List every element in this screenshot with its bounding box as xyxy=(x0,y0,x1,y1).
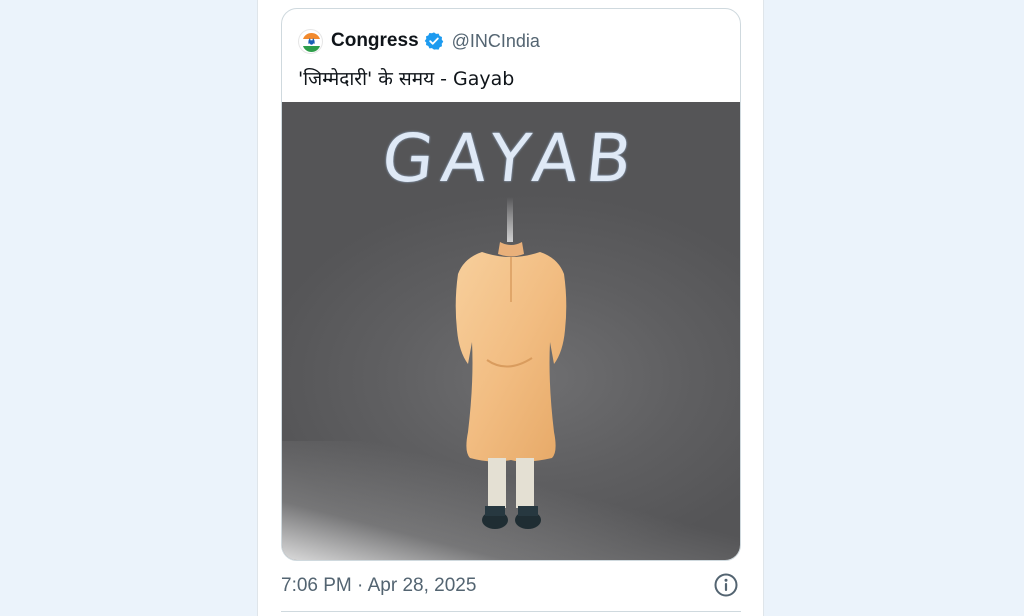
user-handle[interactable]: @INCIndia xyxy=(452,31,540,52)
tweet-image[interactable]: GAYAB xyxy=(282,102,740,560)
quoted-tweet-header: Congress @INCIndia xyxy=(298,27,540,55)
congress-logo-icon[interactable] xyxy=(298,28,323,54)
tweet-timestamp[interactable]: 7:06 PM · Apr 28, 2025 xyxy=(281,575,476,597)
display-name[interactable]: Congress xyxy=(331,30,419,52)
verified-badge-icon xyxy=(424,32,443,50)
info-icon[interactable] xyxy=(713,572,739,598)
tweet-text: 'जिम्मेदारी' के समय - Gayab xyxy=(298,68,515,90)
headless-kurta-figure xyxy=(455,197,567,529)
quoted-tweet-card[interactable]: Congress @INCIndia 'जिम्मेदारी' के समय -… xyxy=(281,8,741,561)
divider xyxy=(281,611,741,612)
